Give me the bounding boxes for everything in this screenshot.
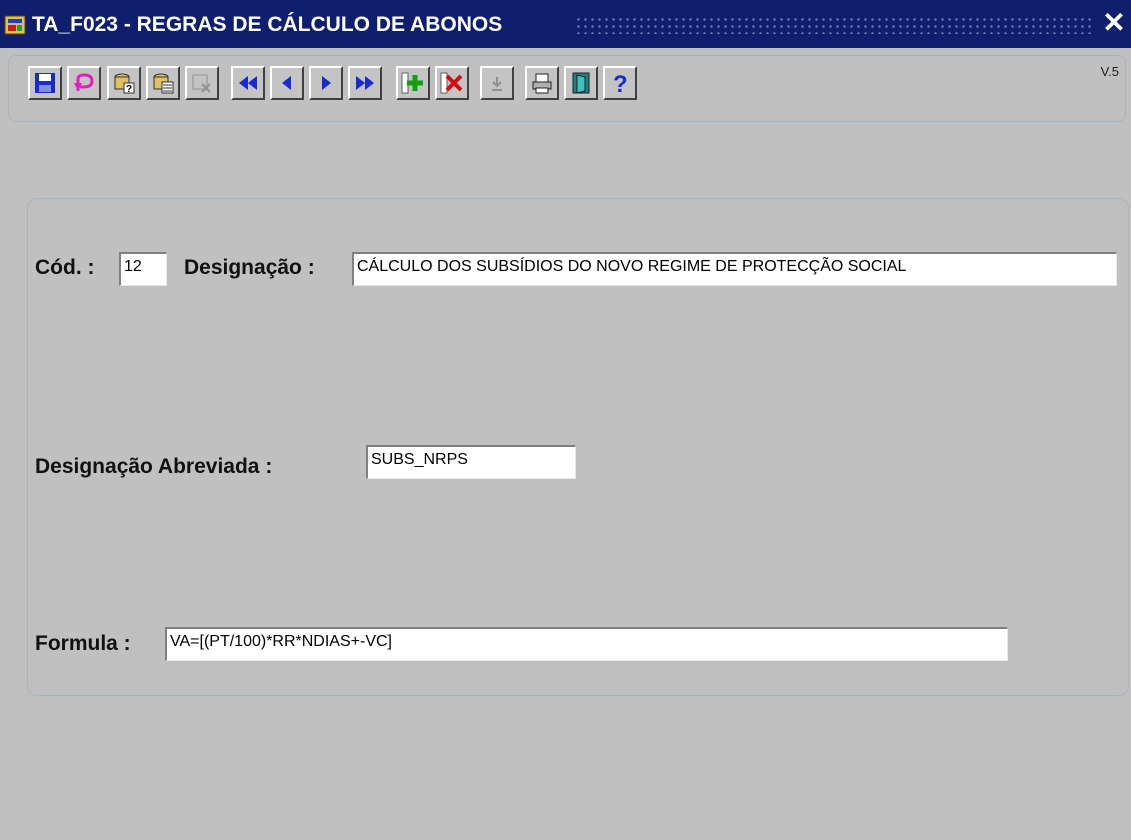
insert-record-button[interactable] xyxy=(396,66,430,100)
printer-icon xyxy=(532,73,552,94)
duplicate-button[interactable] xyxy=(480,66,514,100)
duplicate-icon xyxy=(492,77,502,91)
undo-button[interactable] xyxy=(67,66,101,100)
enter-query-button[interactable]: ? xyxy=(107,66,141,100)
designacao-abreviada-field[interactable]: SUBS_NRPS xyxy=(366,445,576,479)
plus-icon xyxy=(401,72,423,94)
next-record-icon xyxy=(322,76,331,90)
cancel-query-icon xyxy=(192,74,211,93)
cod-label: Cód. : xyxy=(35,256,95,279)
first-record-icon xyxy=(239,76,257,90)
cod-field[interactable]: 12 xyxy=(119,252,167,286)
first-record-button[interactable] xyxy=(231,66,265,100)
last-record-icon xyxy=(356,76,374,90)
version-label: V.5 xyxy=(1100,64,1119,79)
forms-app-icon xyxy=(3,12,29,38)
designacao-label: Designação : xyxy=(184,256,315,279)
formula-field[interactable]: VA=[(PT/100)*RR*NDIAS+-VC] xyxy=(165,627,1008,661)
delete-x-icon xyxy=(440,72,463,94)
help-question-icon: ? xyxy=(613,71,628,95)
designacao-field[interactable]: CÁLCULO DOS SUBSÍDIOS DO NOVO REGIME DE … xyxy=(352,252,1117,286)
execute-query-button[interactable] xyxy=(146,66,180,100)
next-record-button[interactable] xyxy=(309,66,343,100)
execute-query-icon xyxy=(153,73,174,94)
print-button[interactable] xyxy=(525,66,559,100)
designacao-abreviada-label: Designação Abreviada : xyxy=(35,455,273,478)
title-bar-pattern xyxy=(575,16,1095,34)
toolbar: ? ? V.5 xyxy=(8,55,1126,122)
svg-text:?: ? xyxy=(126,84,132,95)
title-bar[interactable]: TA_F023 - REGRAS DE CÁLCULO DE ABONOS ✕ xyxy=(0,0,1131,48)
exit-door-icon xyxy=(572,72,590,94)
formula-label: Formula : xyxy=(35,632,131,655)
window-title: TA_F023 - REGRAS DE CÁLCULO DE ABONOS xyxy=(32,13,503,36)
close-icon[interactable]: ✕ xyxy=(1101,9,1127,37)
svg-text:?: ? xyxy=(613,71,628,95)
help-button[interactable]: ? xyxy=(603,66,637,100)
cancel-query-button[interactable] xyxy=(185,66,219,100)
exit-button[interactable] xyxy=(564,66,598,100)
last-record-button[interactable] xyxy=(348,66,382,100)
delete-record-button[interactable] xyxy=(435,66,469,100)
floppy-disk-icon xyxy=(35,73,55,93)
previous-record-button[interactable] xyxy=(270,66,304,100)
undo-arrow-icon xyxy=(74,73,94,91)
previous-record-icon xyxy=(282,76,291,90)
query-icon: ? xyxy=(114,73,135,95)
save-button[interactable] xyxy=(28,66,62,100)
